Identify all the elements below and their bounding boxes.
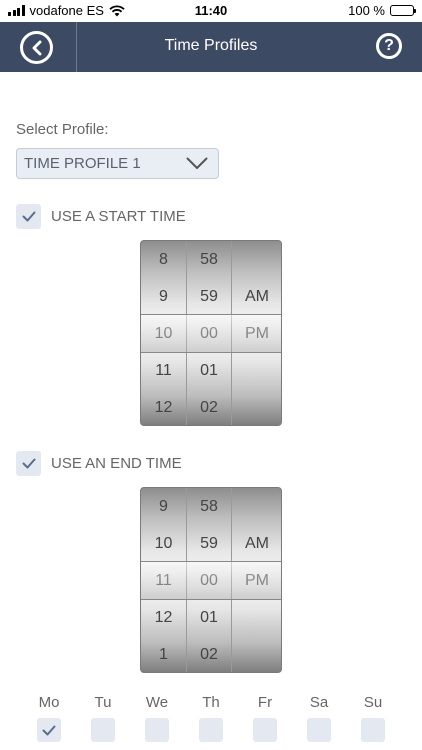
end-time-picker[interactable]: 9 10 11 12 1 58 59 00 01 02 AM PM	[140, 487, 282, 673]
day-monday: Mo	[22, 694, 76, 742]
start-time-label: USE A START TIME	[51, 207, 186, 225]
chevron-down-icon	[186, 157, 208, 169]
start-minute-selected[interactable]: 00	[187, 315, 231, 352]
start-hour-option[interactable]: 12	[141, 389, 186, 425]
day-checkbox-friday[interactable]	[253, 718, 277, 742]
navigation-header: Time Profiles ?	[0, 22, 422, 72]
day-wednesday: We	[130, 694, 184, 742]
page-title: Time Profiles	[164, 37, 258, 54]
end-minute-option[interactable]: 59	[187, 525, 231, 562]
end-time-checkbox[interactable]	[16, 450, 41, 476]
start-time-checkbox[interactable]	[16, 203, 41, 229]
end-hour-option[interactable]: 9	[141, 488, 186, 525]
day-thursday: Th	[184, 694, 238, 742]
end-minute-option[interactable]: 01	[187, 599, 231, 636]
end-time-label: USE AN END TIME	[51, 454, 182, 472]
start-hour-option[interactable]: 8	[141, 241, 186, 278]
end-hour-option[interactable]: 12	[141, 599, 186, 636]
start-hour-option[interactable]: 9	[141, 278, 186, 315]
end-minute-wheel[interactable]: 58 59 00 01 02	[187, 488, 232, 672]
day-sunday: Su	[346, 694, 400, 742]
start-minute-option[interactable]: 59	[187, 278, 231, 315]
end-minute-option[interactable]: 02	[187, 636, 231, 672]
day-checkbox-sunday[interactable]	[361, 718, 385, 742]
start-time-row: USE A START TIME	[16, 203, 186, 229]
status-bar: vodafone ES 11:40 100 %	[0, 0, 422, 22]
day-label: Tu	[94, 694, 112, 711]
day-label: We	[145, 694, 169, 711]
battery-icon	[390, 5, 416, 16]
day-label: Su	[363, 694, 383, 711]
end-hour-option[interactable]: 1	[141, 636, 186, 672]
status-right: 100 %	[348, 3, 416, 18]
help-button[interactable]: ?	[376, 33, 402, 59]
profile-dropdown[interactable]: TIME PROFILE 1	[16, 148, 219, 179]
start-hour-option[interactable]: 11	[141, 352, 186, 389]
day-label: Th	[202, 694, 220, 711]
checkmark-icon	[22, 211, 35, 221]
checkmark-icon	[22, 458, 35, 468]
start-hour-selected[interactable]: 10	[141, 315, 186, 352]
start-ampm-option[interactable]: AM	[232, 278, 281, 315]
end-minute-selected[interactable]: 00	[187, 562, 231, 599]
start-minute-option[interactable]: 58	[187, 241, 231, 278]
day-checkbox-wednesday[interactable]	[145, 718, 169, 742]
start-hour-wheel[interactable]: 8 9 10 11 12	[141, 241, 187, 425]
end-ampm-wheel[interactable]: AM PM	[232, 488, 281, 672]
end-hour-selected[interactable]: 11	[141, 562, 186, 599]
day-label: Sa	[309, 694, 329, 711]
checkmark-icon	[42, 725, 56, 735]
start-ampm-selected[interactable]: PM	[232, 315, 281, 352]
start-minute-option[interactable]: 02	[187, 389, 231, 425]
question-icon: ?	[384, 37, 394, 54]
start-minute-wheel[interactable]: 58 59 00 01 02	[187, 241, 232, 425]
start-ampm-wheel[interactable]: AM PM	[232, 241, 281, 425]
day-checkbox-monday[interactable]	[37, 718, 61, 742]
end-time-row: USE AN END TIME	[16, 450, 182, 476]
day-checkbox-tuesday[interactable]	[91, 718, 115, 742]
day-checkbox-saturday[interactable]	[307, 718, 331, 742]
day-friday: Fr	[238, 694, 292, 742]
battery-percent: 100 %	[348, 3, 385, 18]
start-time-picker[interactable]: 8 9 10 11 12 58 59 00 01 02 AM PM	[140, 240, 282, 426]
end-hour-wheel[interactable]: 9 10 11 12 1	[141, 488, 187, 672]
start-minute-option[interactable]: 01	[187, 352, 231, 389]
day-saturday: Sa	[292, 694, 346, 742]
profile-dropdown-value: TIME PROFILE 1	[24, 155, 141, 172]
day-checkbox-thursday[interactable]	[199, 718, 223, 742]
end-ampm-selected[interactable]: PM	[232, 562, 281, 599]
select-profile-label: Select Profile:	[16, 121, 109, 138]
day-label: Mo	[38, 694, 60, 711]
weekday-selector: Mo Tu We Th Fr Sa Su	[22, 694, 400, 742]
day-label: Fr	[257, 694, 273, 711]
end-ampm-option[interactable]: AM	[232, 525, 281, 562]
day-tuesday: Tu	[76, 694, 130, 742]
end-minute-option[interactable]: 58	[187, 488, 231, 525]
end-hour-option[interactable]: 10	[141, 525, 186, 562]
